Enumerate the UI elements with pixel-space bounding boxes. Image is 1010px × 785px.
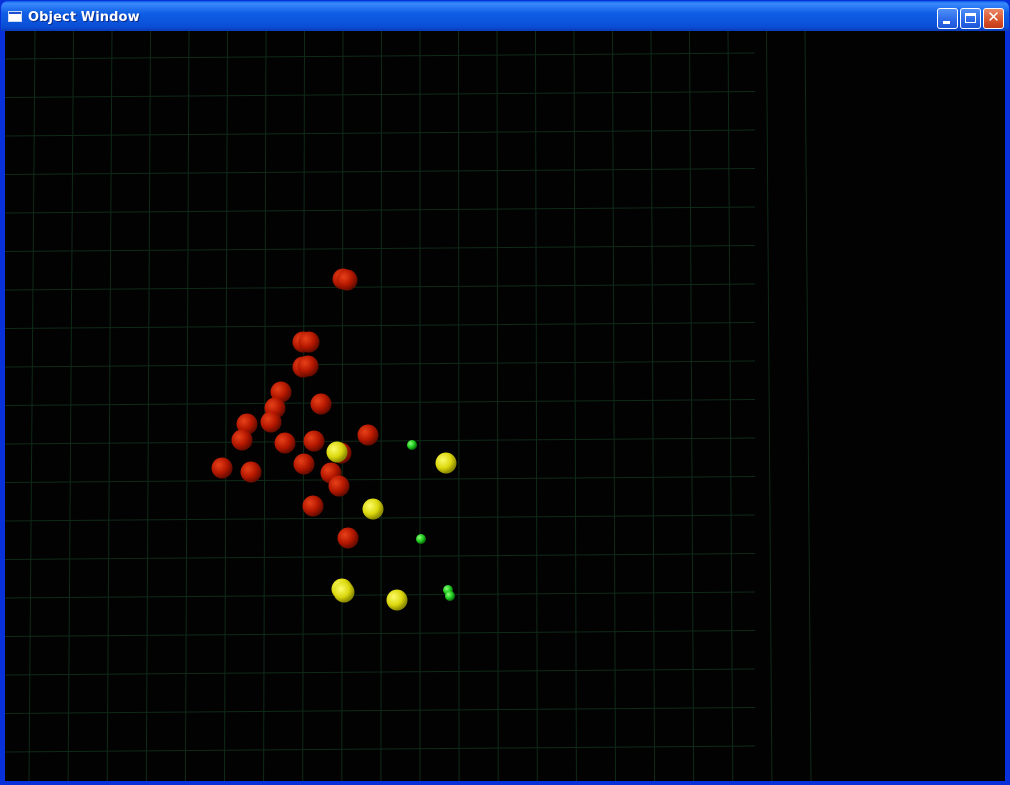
grid-line (650, 31, 656, 781)
maximize-icon (965, 13, 976, 23)
grid-line (5, 668, 756, 676)
grid-line (5, 437, 756, 445)
red-sphere[interactable] (310, 393, 332, 415)
grid-line (5, 553, 756, 560)
close-button[interactable]: ✕ (983, 8, 1004, 29)
grid-line (302, 31, 305, 781)
green-sphere[interactable] (416, 534, 426, 544)
grid-line (5, 322, 756, 329)
grid-line (5, 52, 756, 60)
window-app-icon[interactable] (8, 11, 22, 22)
grid-line (5, 360, 756, 368)
grid-line (573, 31, 577, 781)
red-sphere[interactable] (211, 457, 233, 479)
red-sphere[interactable] (260, 411, 282, 433)
grid-line (5, 591, 756, 599)
grid-line (145, 31, 151, 781)
yellow-sphere[interactable] (326, 441, 348, 463)
grid-line (5, 129, 756, 137)
close-icon: ✕ (987, 8, 1000, 26)
yellow-sphere[interactable] (386, 589, 408, 611)
yellow-sphere[interactable] (435, 452, 457, 474)
window-frame-bottom (1, 781, 1009, 785)
grid-line (689, 31, 695, 781)
grid-line (5, 630, 756, 637)
red-sphere[interactable] (297, 355, 319, 377)
green-sphere[interactable] (445, 591, 455, 601)
minimize-icon (943, 21, 950, 24)
grid-line (766, 31, 773, 781)
3d-viewport[interactable] (5, 31, 1005, 781)
scene-canvas[interactable] (5, 31, 1005, 781)
red-sphere[interactable] (240, 461, 262, 483)
window-title: Object Window (28, 10, 140, 25)
grid-line (5, 283, 756, 291)
grid-line (224, 31, 228, 781)
grid-line (535, 31, 538, 781)
red-sphere[interactable] (274, 432, 296, 454)
grid-line (5, 168, 756, 175)
grid-line (67, 31, 74, 781)
grid-line (496, 31, 499, 781)
green-sphere[interactable] (407, 440, 417, 450)
minimize-button[interactable] (937, 8, 958, 29)
grid-line (184, 31, 190, 781)
grid-line (804, 31, 812, 781)
grid-line (727, 31, 734, 781)
grid-line (5, 476, 756, 483)
red-sphere[interactable] (302, 495, 324, 517)
maximize-button[interactable] (960, 8, 981, 29)
grid-line (28, 31, 36, 781)
grid-line (5, 245, 756, 252)
grid-line (5, 745, 756, 753)
object-window: Object Window ✕ (0, 0, 1010, 785)
grid-line (5, 91, 756, 98)
yellow-sphere[interactable] (333, 581, 355, 603)
grid-line (380, 31, 382, 781)
grid-line (458, 31, 460, 781)
red-sphere[interactable] (231, 429, 253, 451)
grid-line (5, 206, 756, 214)
grid-line (106, 31, 113, 781)
red-sphere[interactable] (337, 527, 359, 549)
grid-line (5, 399, 756, 406)
grid-line (5, 707, 756, 714)
red-sphere[interactable] (328, 475, 350, 497)
red-sphere[interactable] (357, 424, 379, 446)
red-sphere[interactable] (336, 269, 358, 291)
yellow-sphere[interactable] (362, 498, 384, 520)
red-sphere[interactable] (303, 430, 325, 452)
red-sphere[interactable] (298, 331, 320, 353)
grid-line (612, 31, 616, 781)
title-bar[interactable]: Object Window ✕ (1, 1, 1009, 31)
floor-grid (5, 31, 812, 781)
red-sphere[interactable] (293, 453, 315, 475)
grid-line (341, 31, 344, 781)
